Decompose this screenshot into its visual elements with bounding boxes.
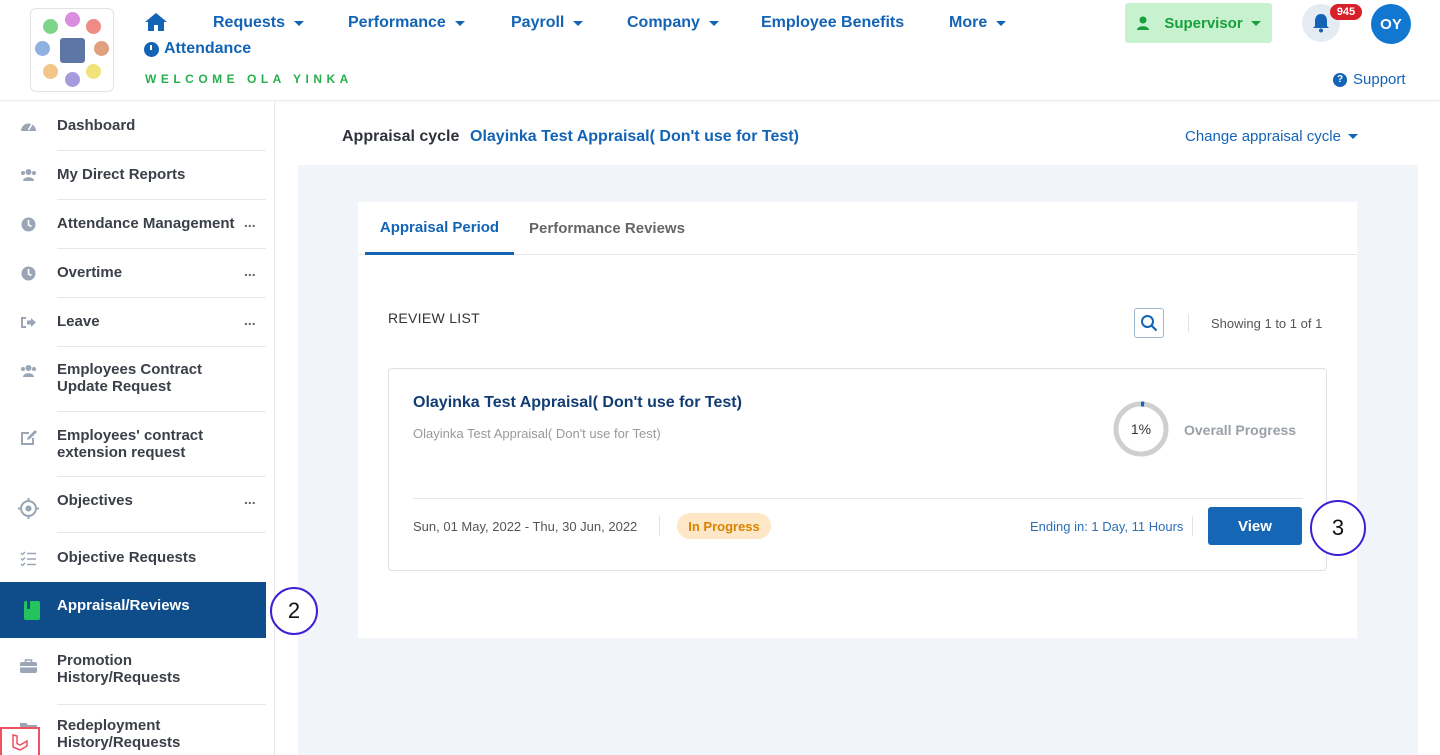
sidebar-item-contract-update-request[interactable]: Employees Contract Update Request	[0, 347, 266, 412]
pagination-summary: Showing 1 to 1 of 1	[1211, 316, 1323, 331]
review-title[interactable]: Olayinka Test Appraisal( Don't use for T…	[413, 394, 742, 412]
review-item: Olayinka Test Appraisal( Don't use for T…	[388, 368, 1327, 571]
crosshair-icon	[18, 498, 39, 519]
sidebar-item-objective-requests[interactable]: Objective Requests	[0, 533, 266, 582]
change-appraisal-cycle-dropdown[interactable]: Change appraisal cycle	[1185, 128, 1358, 145]
sidebar-item-objectives[interactable]: Objectives ...	[0, 477, 266, 533]
nav-more[interactable]: More	[949, 12, 1007, 34]
bell-icon	[1313, 14, 1329, 33]
sidebar-item-attendance-management[interactable]: Attendance Management ...	[0, 200, 266, 249]
progress-percent: 1%	[1130, 421, 1152, 437]
clock-icon	[144, 41, 159, 57]
sidebar-item-appraisal-reviews[interactable]: Appraisal/Reviews	[0, 582, 266, 638]
sign-out-icon	[21, 317, 36, 328]
tab-performance-reviews[interactable]: Performance Reviews	[518, 202, 696, 255]
nav-requests[interactable]: Requests	[213, 12, 305, 34]
separator	[1188, 314, 1189, 332]
review-list-title: REVIEW LIST	[388, 310, 480, 326]
nav-employee-benefits[interactable]: Employee Benefits	[761, 12, 904, 34]
sidebar: Dashboard My Direct Reports Attendance M…	[0, 102, 275, 755]
annotation-marker-2: 2	[270, 587, 318, 635]
divider	[413, 498, 1303, 499]
dashboard-icon	[21, 123, 36, 131]
laravel-icon	[12, 734, 28, 751]
appraisal-card: Appraisal Period Performance Reviews REV…	[358, 202, 1357, 638]
chevron-down-icon	[573, 20, 584, 26]
sidebar-item-my-direct-reports[interactable]: My Direct Reports	[0, 151, 266, 200]
company-logo[interactable]	[30, 8, 114, 92]
overall-progress-label: Overall Progress	[1184, 422, 1297, 438]
chevron-down-icon	[1347, 134, 1358, 139]
nav-attendance[interactable]: Attendance	[144, 40, 251, 58]
search-icon	[1141, 315, 1158, 332]
support-link[interactable]: ? Support	[1333, 71, 1406, 88]
book-icon	[24, 601, 40, 620]
edit-icon	[21, 430, 37, 445]
separator	[1192, 516, 1193, 536]
sidebar-item-contract-extension-request[interactable]: Employees' contract extension request	[0, 412, 266, 477]
nav-payroll[interactable]: Payroll	[511, 12, 584, 34]
sidebar-item-dashboard[interactable]: Dashboard	[0, 102, 266, 151]
chevron-down-icon	[294, 20, 305, 26]
list-check-icon	[20, 551, 36, 567]
nav-company[interactable]: Company	[627, 12, 719, 34]
chevron-down-icon	[996, 20, 1007, 26]
chevron-down-icon	[708, 20, 719, 26]
clock-icon	[21, 266, 36, 281]
support-label: Support	[1353, 71, 1406, 88]
status-badge: In Progress	[677, 513, 771, 539]
avatar[interactable]: OY	[1371, 4, 1411, 44]
role-switcher-button[interactable]: Supervisor	[1125, 3, 1272, 43]
sidebar-item-leave[interactable]: Leave ...	[0, 298, 266, 347]
nav-performance[interactable]: Performance	[348, 12, 465, 34]
debug-bar-icon[interactable]	[0, 727, 40, 755]
review-subtitle: Olayinka Test Appraisal( Don't use for T…	[413, 426, 661, 441]
clock-icon	[21, 217, 36, 232]
users-icon	[21, 169, 36, 181]
welcome-message: WELCOME OLA YINKA	[145, 72, 353, 86]
annotation-marker-3: 3	[1310, 500, 1366, 556]
tab-bar: Appraisal Period Performance Reviews	[358, 202, 1357, 255]
home-icon[interactable]	[144, 12, 168, 32]
chevron-down-icon	[1250, 20, 1261, 26]
question-circle-icon: ?	[1333, 72, 1347, 87]
attendance-label: Attendance	[164, 40, 252, 57]
role-label: Supervisor	[1164, 14, 1243, 32]
tab-appraisal-period[interactable]: Appraisal Period	[365, 202, 514, 255]
separator	[659, 516, 660, 536]
appraisal-cycle-value: Olayinka Test Appraisal( Don't use for T…	[470, 128, 799, 145]
chevron-down-icon	[454, 20, 465, 26]
sidebar-item-promotion-history[interactable]: Promotion History/Requests	[0, 647, 266, 705]
top-header: Requests Performance Payroll Company Emp…	[0, 0, 1440, 101]
search-button[interactable]	[1134, 308, 1164, 338]
users-icon	[21, 365, 36, 377]
ending-countdown: Ending in: 1 Day, 11 Hours	[1030, 519, 1184, 534]
review-dates: Sun, 01 May, 2022 - Thu, 30 Jun, 2022	[413, 519, 638, 534]
appraisal-cycle-label: Appraisal cycle	[342, 128, 460, 145]
sidebar-item-overtime[interactable]: Overtime ...	[0, 249, 266, 298]
view-button[interactable]: View	[1208, 507, 1302, 545]
notification-count-badge: 945	[1330, 4, 1362, 20]
briefcase-icon	[20, 659, 37, 673]
user-icon	[1137, 16, 1150, 30]
